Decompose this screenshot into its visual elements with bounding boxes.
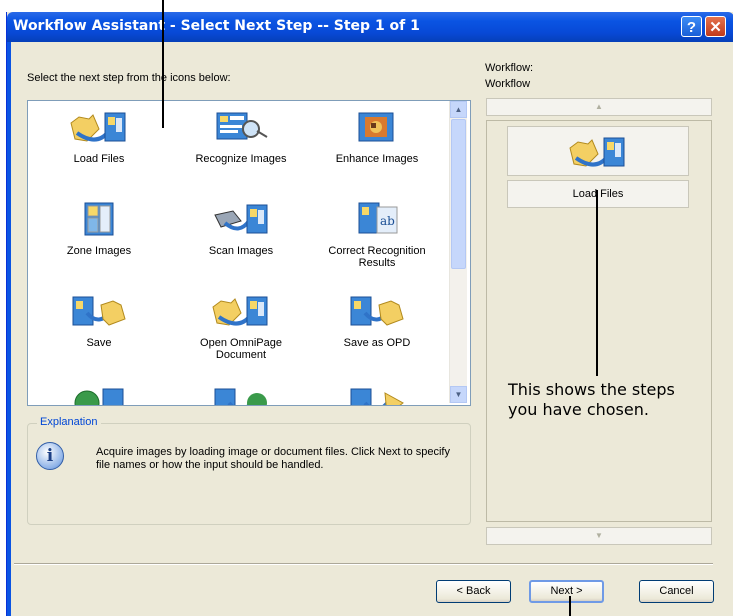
explanation-group — [27, 423, 471, 525]
step-label: Save — [86, 337, 112, 349]
enhance-images-icon — [358, 112, 394, 142]
cancel-button[interactable]: Cancel — [639, 580, 714, 603]
workflow-step-icon-box[interactable] — [507, 126, 689, 176]
correct-recognition-icon: ab — [358, 202, 398, 234]
step-partial-3[interactable] — [312, 383, 442, 405]
step-label: Correct Recognition Results — [328, 245, 426, 269]
callout-line-next — [569, 596, 571, 616]
step-partial-2[interactable] — [176, 383, 306, 405]
recognize-images-icon — [216, 112, 268, 140]
step-label: Recognize Images — [195, 153, 287, 165]
step-scan-images[interactable]: Scan Images — [176, 201, 306, 257]
open-omnipage-icon — [212, 296, 268, 326]
step-instruction: Select the next step from the icons belo… — [27, 72, 231, 84]
close-button[interactable]: ✕ — [705, 16, 726, 37]
step-label: Open OmniPage Document — [200, 337, 282, 361]
workflow-step-label[interactable]: Load Files — [507, 180, 689, 208]
step-save-as-opd[interactable]: Save as OPD — [312, 293, 442, 349]
explanation-legend: Explanation — [37, 416, 101, 428]
step-load-files[interactable]: Load Files — [34, 109, 164, 165]
step-label: Load Files — [73, 153, 125, 165]
workflow-scroll-down-button[interactable]: ▼ — [486, 527, 712, 545]
back-button[interactable]: < Back — [436, 580, 511, 603]
window-frame-left — [7, 42, 11, 616]
scroll-down-button[interactable]: ▼ — [450, 386, 467, 403]
web-globe-icon — [74, 388, 124, 405]
step-save[interactable]: Save — [34, 293, 164, 349]
explanation-text: Acquire images by loading image or docum… — [96, 446, 450, 471]
step-icon-list[interactable]: Load Files Recognize Images Enhance Imag… — [27, 100, 471, 406]
send-icon — [350, 388, 404, 405]
next-button[interactable]: Next > — [529, 580, 604, 603]
step-zone-images[interactable]: Zone Images — [34, 201, 164, 257]
save-icon — [72, 296, 126, 326]
window-title: Workflow Assistant - Select Next Step --… — [13, 18, 420, 34]
step-list-scrollbar[interactable]: ▲ ▼ — [449, 101, 467, 403]
step-recognize-images[interactable]: Recognize Images — [176, 109, 306, 165]
step-label: Scan Images — [208, 245, 274, 257]
step-label: Save as OPD — [343, 337, 411, 349]
step-label: Enhance Images — [335, 153, 419, 165]
step-enhance-images[interactable]: Enhance Images — [312, 109, 442, 165]
annotation-line-2: you have chosen. — [508, 400, 649, 419]
help-button[interactable]: ? — [681, 16, 702, 37]
scroll-thumb[interactable] — [451, 119, 466, 269]
info-icon: i — [36, 442, 64, 470]
load-files-icon — [70, 112, 126, 142]
title-bar[interactable]: Workflow Assistant - Select Next Step --… — [7, 12, 733, 42]
save-as-opd-icon — [350, 296, 404, 326]
workflow-name: Workflow — [485, 78, 531, 90]
step-open-omnipage-document[interactable]: Open OmniPage Document — [176, 293, 306, 361]
annotation-line-1: This shows the steps — [508, 380, 675, 399]
scan-images-icon — [214, 204, 268, 234]
step-label: Zone Images — [66, 245, 132, 257]
svg-text:ab: ab — [380, 214, 395, 228]
scroll-up-button[interactable]: ▲ — [450, 101, 467, 118]
export-icon — [214, 388, 267, 405]
button-separator — [14, 563, 713, 565]
zone-images-icon — [84, 202, 114, 236]
annotation-text: This shows the steps you have chosen. — [508, 380, 675, 420]
step-partial-1[interactable] — [34, 383, 164, 405]
callout-line-steps — [162, 0, 164, 128]
callout-line-workflow — [596, 190, 598, 376]
workflow-label: Workflow: — [485, 62, 534, 74]
load-files-icon — [569, 137, 625, 167]
step-correct-recognition-results[interactable]: ab Correct Recognition Results — [312, 201, 442, 269]
workflow-scroll-up-button[interactable]: ▲ — [486, 98, 712, 116]
